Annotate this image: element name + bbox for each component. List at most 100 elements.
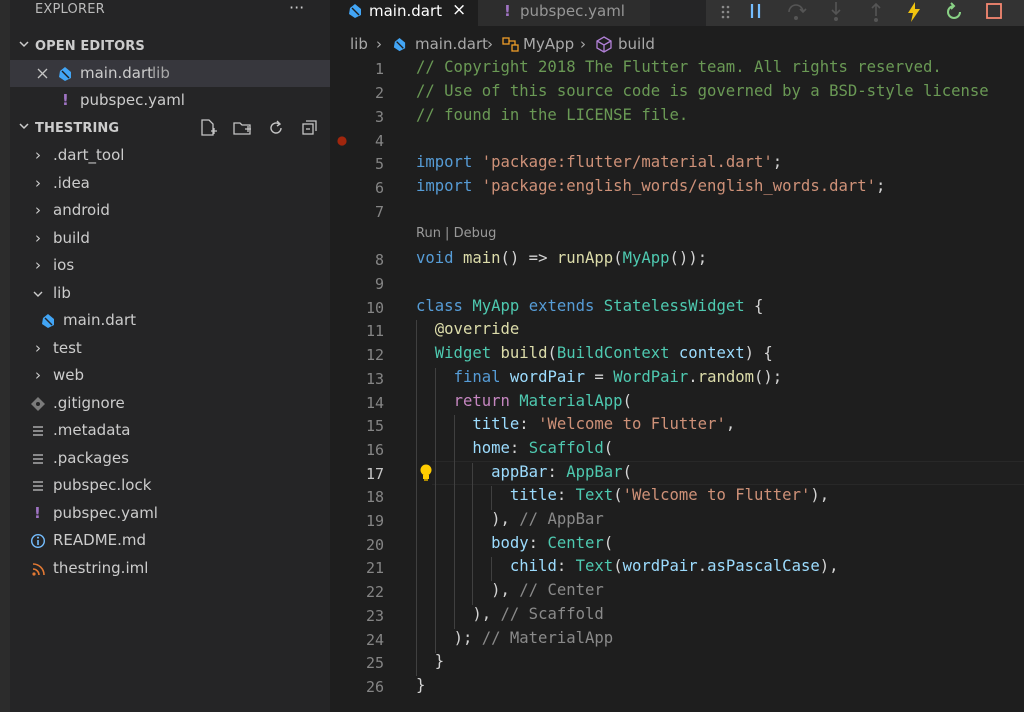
tree-item-dart-tool[interactable]: › .dart_tool [10,142,330,169]
tree-item-label: test [53,339,82,357]
tree-item-label: ios [53,256,75,274]
restart-icon[interactable] [942,0,966,24]
tree-item-readme[interactable]: README.md [10,527,330,554]
tree-item-label: web [53,366,85,384]
code-line: import 'package:english_words/english_wo… [416,177,885,195]
code-token: ) { [744,344,773,362]
project-name: THESTRING [35,121,120,136]
chevron-right-icon: › [35,256,41,274]
tree-item-android[interactable]: › android [10,197,330,224]
code-token: Widget [434,344,492,362]
explorer-title: EXPLORER [35,2,105,17]
code-token: ), [810,486,830,504]
code-line: ), // AppBar [416,510,604,528]
breadcrumb-method[interactable]: build [618,35,655,53]
tree-item-lib[interactable]: lib [10,280,330,307]
tree-item-ios[interactable]: › ios [10,252,330,279]
code-token: () => [500,249,557,267]
line-number: 10 [365,299,384,317]
code-line: title: Text('Welcome to Flutter'), [416,486,829,504]
tree-item-label: lib [53,284,71,302]
line-number: 23 [365,607,384,625]
codelens-run-debug[interactable]: Run | Debug [416,226,496,241]
tree-item-idea[interactable]: › .idea [10,170,330,197]
code-token: title [472,415,520,433]
dart-icon [59,67,71,81]
code-token: Text [575,486,614,504]
tree-item-pubspec-yaml[interactable]: ! pubspec.yaml [10,500,330,527]
tree-item-metadata[interactable]: .metadata [10,417,330,444]
more-actions-icon[interactable]: ··· [289,0,304,17]
code-line: home: Scaffold( [416,439,613,457]
collapse-all-icon[interactable] [300,118,320,138]
breadcrumb-lib[interactable]: lib [350,35,368,53]
code-line: ); // MaterialApp [416,629,614,647]
code-token: { [744,297,764,315]
line-number: 4 [374,132,384,150]
close-icon[interactable] [37,68,48,79]
line-number: 19 [365,512,384,530]
step-into-icon[interactable] [824,0,848,24]
project-header[interactable]: THESTRING [10,117,330,139]
code-line: return MaterialApp( [416,392,632,410]
line-number: 22 [365,583,384,601]
tree-item-packages[interactable]: .packages [10,445,330,472]
code-line: Widget build(BuildContext context) { [416,344,773,362]
tree-item-main-dart[interactable]: main.dart [10,307,330,334]
breadcrumb-file[interactable]: main.dart [415,35,488,53]
tab-pubspec-yaml[interactable]: ! pubspec.yaml [478,0,650,26]
code-line: // Copyright 2018 The Flutter team. All … [416,58,942,76]
code-token: = [585,368,614,386]
dart-icon [42,314,54,328]
code-token: . [688,368,698,386]
tree-item-iml[interactable]: thestring.iml [10,555,330,582]
tree-item-test[interactable]: › test [10,335,330,362]
hot-reload-icon[interactable] [902,0,926,24]
chevron-right-icon: › [35,339,41,357]
drag-handle-icon[interactable] [714,0,738,24]
code-token: wordPair [622,557,698,575]
tree-item-web[interactable]: › web [10,362,330,389]
tree-item-gitignore[interactable]: .gitignore [10,390,330,417]
code-token: ), [491,510,510,528]
tree-item-label: .idea [53,174,90,192]
code-token: ; [876,177,886,195]
stop-icon[interactable] [982,0,1006,24]
code-token: ( [613,557,623,575]
explorer-sidebar: EXPLORER ··· OPEN EDITORS main.dart lib … [0,0,330,712]
line-number: 16 [365,441,384,459]
tree-item-label: thestring.iml [53,559,149,577]
code-token: context [678,344,745,362]
tree-item-build[interactable]: › build [10,225,330,252]
line-number: 17 [365,465,384,483]
new-folder-icon[interactable] [232,118,252,138]
step-over-icon[interactable] [784,0,808,24]
code-token: ); [453,629,473,647]
refresh-icon[interactable] [266,118,286,138]
line-number: 20 [365,536,384,554]
code-token: ( [603,439,614,457]
breadcrumb-class[interactable]: MyApp [523,35,574,53]
code-line: body: Center( [416,534,613,552]
code-token: ()); [669,249,708,267]
code-token: // Copyright 2018 The Flutter team. All … [416,58,942,76]
tab-main-dart[interactable]: main.dart × [330,0,478,26]
code-token: wordPair [509,368,586,386]
close-icon[interactable]: × [452,0,466,20]
code-token: build [500,344,548,362]
step-out-icon[interactable] [864,0,888,24]
open-editor-pubspec[interactable]: ! pubspec.yaml [10,87,330,114]
open-editor-main-dart[interactable]: main.dart lib [10,60,330,87]
tree-item-pubspec-lock[interactable]: pubspec.lock [10,472,330,499]
pause-icon[interactable] [744,0,768,24]
open-editors-header[interactable]: OPEN EDITORS [10,35,330,57]
new-file-icon[interactable] [198,118,218,138]
line-number: 26 [365,678,384,696]
open-editors-label: OPEN EDITORS [35,39,145,54]
indent-guide [416,320,417,676]
code-token: : [509,439,529,457]
